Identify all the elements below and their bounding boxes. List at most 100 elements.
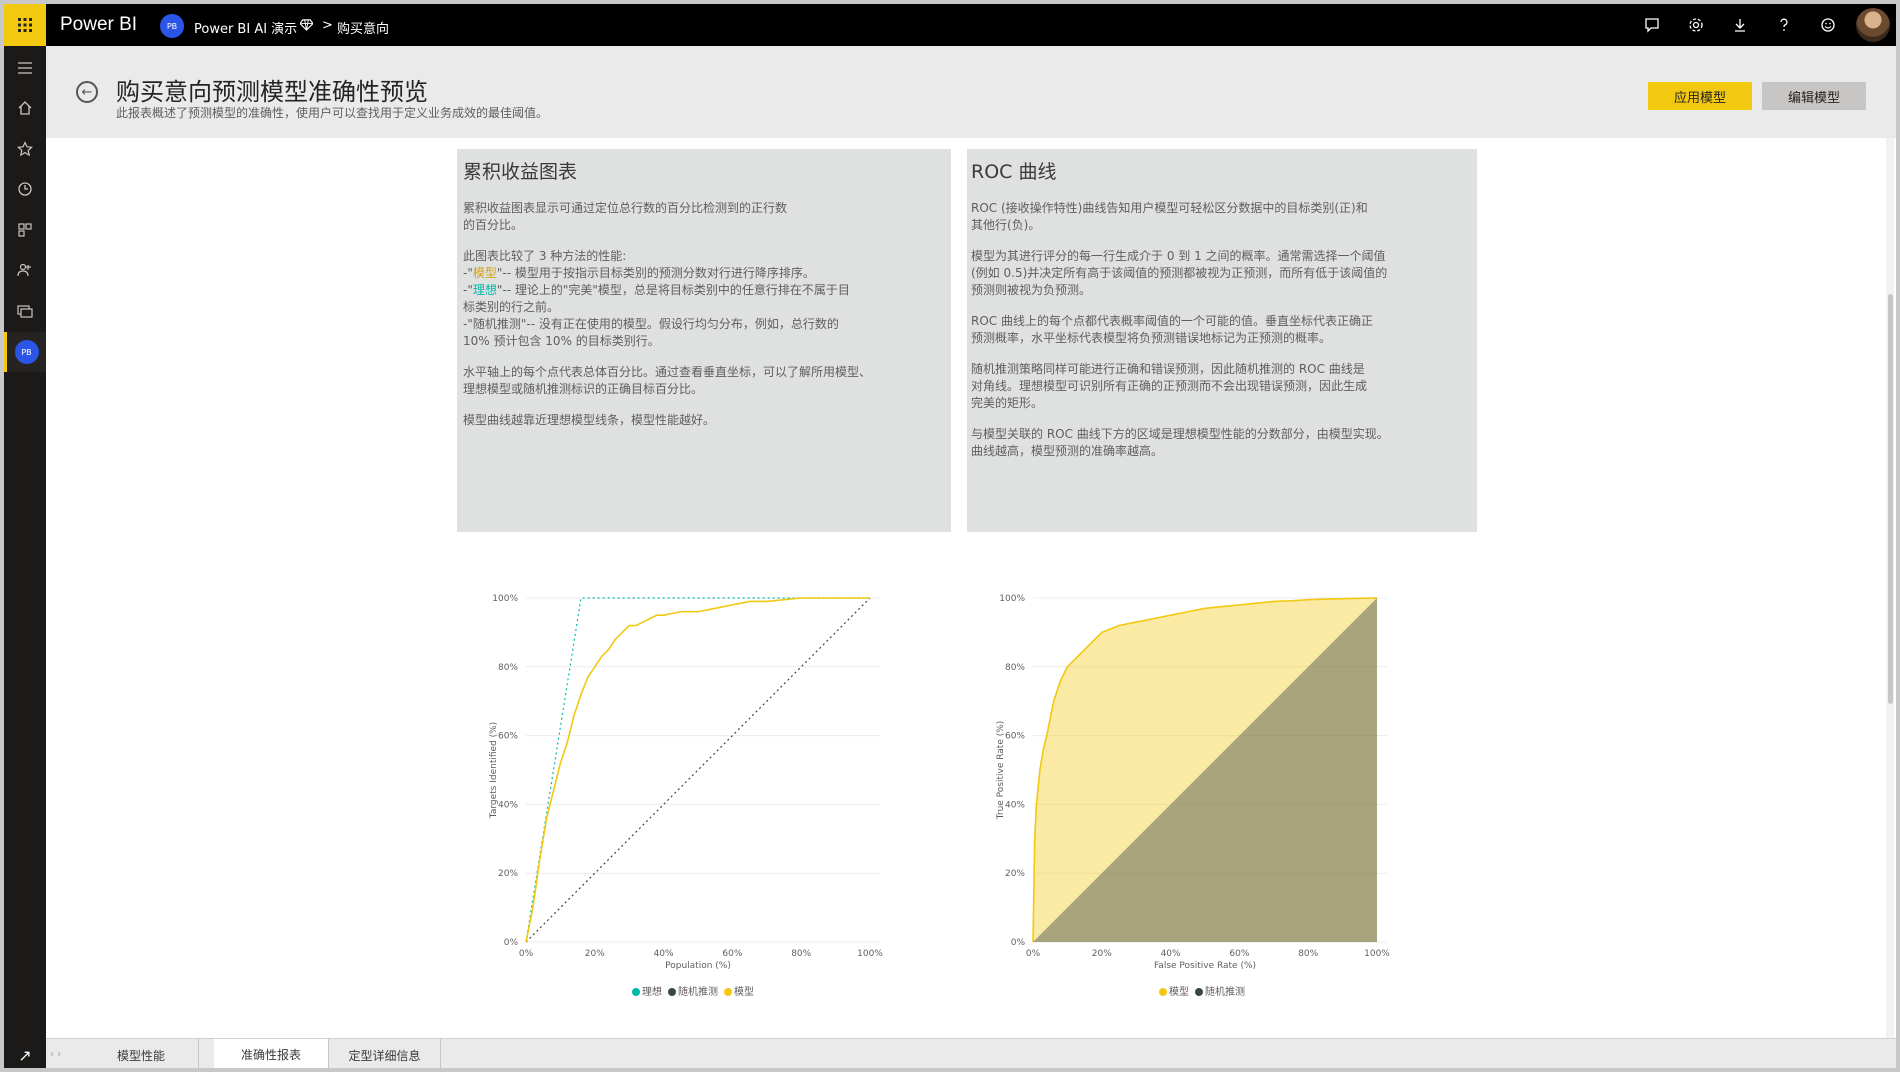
workspaces-icon[interactable]: [4, 291, 46, 331]
apps-icon[interactable]: [4, 210, 46, 250]
y-tick-label: 100%: [999, 594, 1025, 604]
edit-model-button[interactable]: 编辑模型: [1762, 82, 1866, 110]
x-tick-label: 20%: [1092, 949, 1112, 959]
back-arrow-icon[interactable]: ←: [76, 81, 98, 103]
page-subtitle: 此报表概述了预测模型的准确性，使用户可以查找用于定义业务成效的最佳阈值。: [116, 106, 549, 120]
breadcrumb-item[interactable]: 购买意向: [337, 18, 389, 37]
expand-arrow-icon[interactable]: ↗: [4, 1038, 46, 1068]
gain-method-ideal: -"理想"-- 理论上的"完美"模型，总是将目标类别中的任意行排在不属于目: [463, 282, 945, 299]
hamburger-icon[interactable]: [4, 48, 46, 88]
feedback-icon[interactable]: [1806, 4, 1850, 46]
tab-model-performance[interactable]: 模型性能: [84, 1039, 199, 1068]
page-title: 购买意向预测模型准确性预览: [116, 78, 428, 106]
gain-card-conclusion: 模型曲线越靠近理想模型线条，模型性能越好。: [463, 413, 716, 427]
scrollbar-thumb[interactable]: [1888, 294, 1893, 704]
gain-methods: 此图表比较了 3 种方法的性能: -"模型"-- 模型用于按指示目标类别的预测分…: [463, 248, 945, 350]
y-tick-label: 80%: [498, 663, 518, 673]
x-tick-label: 0%: [1026, 949, 1041, 959]
cumulative-gain-chart[interactable]: 0% 20% 40% 60% 80% 100% 0% 20% 40% 60% 80% 100% Popu…: [464, 579, 964, 999]
breadcrumb-separator: >: [322, 18, 333, 33]
roc-card-p3: ROC 曲线上的每个点都代表概率阈值的一个可能的值。垂直坐标代表正确正 预测概率…: [971, 314, 1373, 345]
roc-card-p1: ROC (接收操作特性)曲线告知用户模型可轻松区分数据中的目标类别(正)和 其他…: [971, 201, 1368, 232]
legend-item-model[interactable]: 模型: [724, 983, 754, 998]
series-line: [525, 597, 871, 943]
tab-scroll-arrows[interactable]: ‹ ›: [50, 1049, 61, 1060]
y-tick-label: 60%: [498, 732, 518, 742]
gain-method-random-cont: 10% 预计包含 10% 的目标类别行。: [463, 334, 660, 348]
gain-card-title: 累积收益图表: [463, 161, 578, 183]
x-tick-label: 40%: [654, 949, 674, 959]
y-axis-label: True Positive Rate (%): [996, 721, 1006, 821]
legend-item-model[interactable]: 模型: [1159, 983, 1189, 998]
shared-icon[interactable]: [4, 250, 46, 290]
gain-card-intro: 累积收益图表显示可通过定位总行数的百分比检测到的正行数 的百分比。: [463, 201, 788, 232]
tab-accuracy-report[interactable]: 准确性报表: [214, 1039, 329, 1068]
gain-card-axis-note: 水平轴上的每个点代表总体百分比。通过查看垂直坐标，可以了解所用模型、 理想模型或…: [463, 365, 872, 396]
gain-method-ideal-desc: "-- 理论上的"完美"模型，总是将目标类别中的任意行排在不属于目: [496, 283, 850, 297]
page-tab-bar: ‹ › 模型性能 准确性报表 定型详细信息: [46, 1038, 1896, 1068]
x-tick-label: 60%: [1229, 949, 1249, 959]
current-workspace[interactable]: PB: [4, 332, 46, 372]
brand-title[interactable]: Power BI: [60, 14, 137, 36]
user-avatar[interactable]: [1856, 8, 1890, 42]
gain-method-ideal-prefix: -": [463, 283, 473, 297]
gain-chart-legend: 理想 随机推测 模型: [632, 983, 754, 998]
x-tick-label: 100%: [857, 949, 883, 959]
settings-icon[interactable]: [1674, 4, 1718, 46]
gain-methods-intro: 此图表比较了 3 种方法的性能:: [463, 249, 627, 263]
y-tick-label: 0%: [1011, 938, 1026, 948]
y-axis-label: Targets Identified (%): [489, 722, 499, 819]
y-tick-label: 0%: [504, 938, 519, 948]
legend-item-random[interactable]: 随机推测: [1195, 983, 1245, 998]
recent-icon[interactable]: [4, 169, 46, 209]
y-tick-label: 80%: [1005, 663, 1025, 673]
x-axis-label: Population (%): [665, 961, 731, 971]
x-tick-label: 80%: [1298, 949, 1318, 959]
gain-method-model-desc: "-- 模型用于按指示目标类别的预测分数对行进行降序排序。: [496, 266, 815, 280]
gain-method-model-name: 模型: [472, 266, 497, 280]
legend-label-ideal: 理想: [642, 987, 662, 998]
help-icon[interactable]: [1762, 4, 1806, 46]
roc-card: ROC 曲线 ROC (接收操作特性)曲线告知用户模型可轻松区分数据中的目标类别…: [967, 149, 1477, 532]
legend-label-model: 模型: [734, 987, 754, 998]
roc-card-title: ROC 曲线: [971, 161, 1057, 183]
y-tick-label: 40%: [1005, 800, 1025, 810]
workspace-avatar: PB: [160, 14, 184, 38]
y-tick-label: 40%: [498, 800, 518, 810]
series-line: [525, 597, 870, 943]
gain-method-model: -"模型"-- 模型用于按指示目标类别的预测分数对行进行降序排序。: [463, 265, 945, 282]
tab-training-details[interactable]: 定型详细信息: [329, 1039, 441, 1068]
legend-label-model: 模型: [1169, 987, 1189, 998]
roc-card-p5: 与模型关联的 ROC 曲线下方的区域是理想模型性能的分数部分，由模型实现。 曲线…: [971, 427, 1389, 458]
app-window: Power BI PB Power BI AI 演示 > 购买意向 PB ← 购…: [0, 0, 1900, 1072]
x-tick-label: 80%: [791, 949, 811, 959]
y-tick-label: 100%: [492, 594, 518, 604]
roc-chart[interactable]: 0% 20% 40% 60% 80% 100% 0% 20% 40% 60% 80% 100% Fals…: [971, 579, 1471, 999]
roc-card-p2: 模型为其进行评分的每一行生成介于 0 到 1 之间的概率。通常需选择一个阈值 (…: [971, 249, 1388, 297]
cumulative-gain-card: 累积收益图表 累积收益图表显示可通过定位总行数的百分比检测到的正行数 的百分比。…: [457, 149, 951, 532]
series-line: [525, 597, 870, 943]
x-tick-label: 60%: [722, 949, 742, 959]
app-launcher-icon[interactable]: [4, 4, 46, 46]
current-workspace-avatar: PB: [14, 340, 39, 364]
top-bar: Power BI PB Power BI AI 演示 > 购买意向: [4, 4, 1896, 46]
favorites-icon[interactable]: [4, 129, 46, 169]
legend-label-random: 随机推测: [1205, 987, 1245, 998]
notification-icon[interactable]: [1630, 4, 1674, 46]
x-axis-label: False Positive Rate (%): [1154, 961, 1256, 971]
page-header: ← 购买意向预测模型准确性预览 此报表概述了预测模型的准确性，使用户可以查找用于…: [46, 46, 1896, 138]
legend-item-ideal[interactable]: 理想: [632, 983, 662, 998]
legend-item-random[interactable]: 随机推测: [668, 983, 718, 998]
x-tick-label: 20%: [585, 949, 605, 959]
gain-method-ideal-cont: 标类别的行之前。: [463, 300, 560, 314]
y-tick-label: 20%: [498, 869, 518, 879]
breadcrumb-workspace[interactable]: Power BI AI 演示: [194, 18, 297, 37]
gain-method-ideal-name: 理想: [472, 283, 497, 297]
y-tick-label: 20%: [1005, 869, 1025, 879]
roc-card-p4: 随机推测策略同样可能进行正确和错误预测，因此随机推测的 ROC 曲线是 对角线。…: [971, 362, 1368, 410]
apply-model-button[interactable]: 应用模型: [1648, 82, 1752, 110]
gain-method-model-prefix: -": [463, 266, 473, 280]
legend-label-random: 随机推测: [678, 987, 718, 998]
download-icon[interactable]: [1718, 4, 1762, 46]
home-icon[interactable]: [4, 88, 46, 128]
